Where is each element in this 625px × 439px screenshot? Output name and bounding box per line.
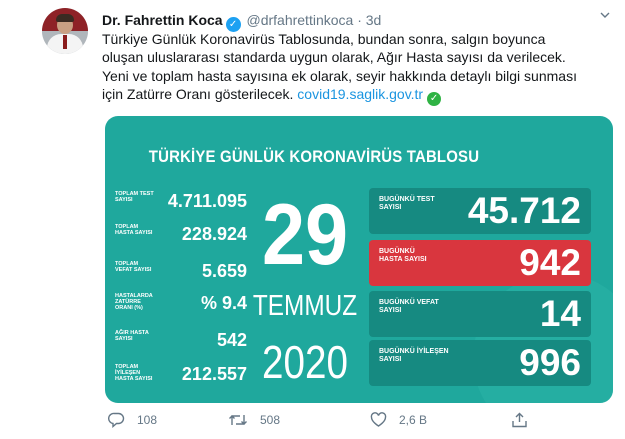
today-value: 45.712 — [467, 190, 581, 231]
today-label: BUGÜNKÜ TEST SAYISI — [379, 196, 435, 211]
today-label: BUGÜNKÜ VEFAT SAYISI — [379, 299, 439, 314]
today-patient-row: BUGÜNKÜ HASTA SAYISI 942 — [369, 240, 591, 286]
reply-count: 108 — [137, 413, 158, 427]
today-test-row: BUGÜNKÜ TEST SAYISI 45.712 — [369, 188, 591, 234]
stat-value: 5.659 — [201, 261, 247, 281]
date-month: TEMMUZ — [252, 290, 358, 322]
heart-icon — [370, 412, 387, 427]
date-year: 2020 — [262, 336, 348, 388]
tweet-line-text: için Zatürre Oranı gösterilecek. — [102, 86, 294, 103]
tweet-link[interactable]: covid19.saglik.gov.tr — [297, 86, 423, 102]
today-death-row: BUGÜNKÜ VEFAT SAYISI 14 — [369, 291, 591, 337]
author-handle[interactable]: @drfahrettinkoca — [246, 12, 353, 28]
author-name[interactable]: Dr. Fahrettin Koca — [102, 12, 223, 28]
author-avatar[interactable] — [42, 8, 88, 54]
date-day: 29 — [261, 187, 349, 283]
tweet-line: oluşan uluslararası standarda uygun olar… — [102, 49, 566, 66]
separator-dot: · — [357, 12, 362, 28]
tweet-image[interactable]: TÜRKİYE GÜNLÜK KORONAVİRÜS TABLOSU TOPLA… — [105, 116, 613, 403]
today-label: BUGÜNKÜ HASTA SAYISI — [379, 248, 427, 263]
reply-icon — [108, 412, 125, 428]
stat-value: 542 — [216, 330, 247, 350]
today-label: BUGÜNKÜ İYİLEŞEN SAYISI — [379, 348, 449, 363]
reply-button[interactable]: 108 — [108, 412, 157, 428]
card-title: TÜRKİYE GÜNLÜK KORONAVİRÜS TABLOSU — [148, 147, 480, 166]
today-value: 14 — [539, 293, 581, 334]
tweet-time[interactable]: 3d — [366, 12, 382, 28]
stat-value: 212.557 — [181, 364, 247, 384]
stat-value: % 9.4 — [200, 293, 247, 313]
tweet-line: Yeni ve toplam hasta sayısına ek olarak,… — [102, 67, 577, 84]
tweet-line: Türkiye Günlük Koronavirüs Tablosunda, b… — [102, 31, 546, 47]
stat-value: 228.924 — [181, 224, 247, 244]
tweet-header: Dr. Fahrettin Koca ✓ @drfahrettinkoca · 3… — [102, 11, 381, 32]
like-button[interactable]: 2,6 B — [370, 412, 427, 428]
stat-value: 4.711.095 — [167, 191, 247, 211]
retweet-button[interactable]: 508 — [228, 412, 280, 428]
check-mark-icon: ✓ — [427, 92, 442, 107]
share-button[interactable] — [511, 412, 540, 428]
retweet-count: 508 — [260, 413, 281, 427]
tweet-text: Türkiye Günlük Koronavirüs Tablosunda, b… — [102, 30, 612, 107]
retweet-icon — [229, 415, 247, 425]
tweet-line: için Zatürre Oranı gösterilecek. covid19… — [102, 85, 612, 107]
tweet-actions: 108 508 2,6 B — [108, 412, 618, 432]
chevron-down-icon[interactable] — [600, 10, 610, 20]
today-value: 996 — [519, 342, 581, 383]
share-icon — [512, 412, 527, 428]
today-value: 942 — [519, 242, 581, 283]
like-count: 2,6 B — [399, 413, 428, 427]
today-recovered-row: BUGÜNKÜ İYİLEŞEN SAYISI 996 — [369, 340, 591, 386]
